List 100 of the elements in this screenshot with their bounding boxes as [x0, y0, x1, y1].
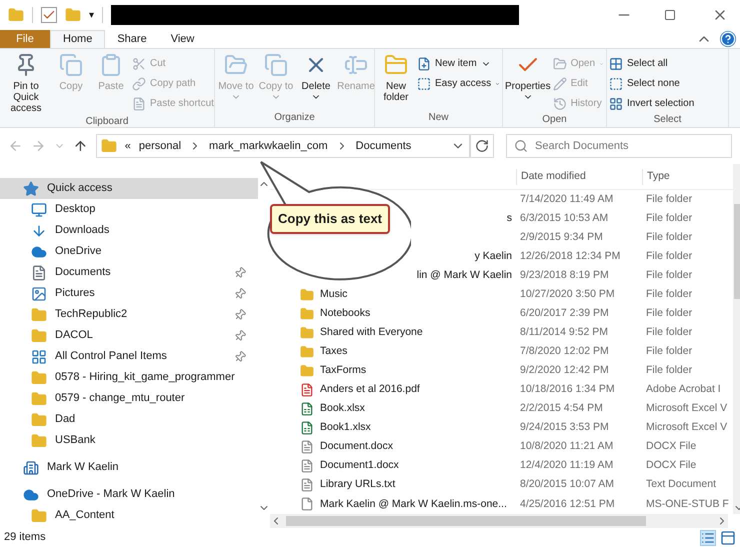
item-count: 29 items	[4, 530, 46, 546]
folder-icon	[31, 508, 47, 524]
ribbon-button[interactable]: Properties	[505, 53, 551, 112]
checkmark-icon[interactable]	[41, 7, 57, 23]
ribbon-tab[interactable]: Home	[50, 30, 106, 48]
file-name[interactable]: lin @ Mark W Kaelin	[416, 268, 512, 284]
callout-label: Copy this as text	[270, 204, 390, 234]
horizontal-scrollbar[interactable]	[270, 514, 728, 528]
file-name[interactable]: Notebooks	[320, 306, 370, 322]
type-cell-text: Text Document	[645, 477, 718, 492]
date-cell-text: 8/20/2015 10:07 AM	[519, 477, 615, 492]
file-name[interactable]: Shared with Everyone	[320, 324, 423, 341]
date-cell-text: 12/4/2020 11:19 AM	[519, 458, 614, 474]
nav-item[interactable]: Downloads	[0, 220, 258, 241]
folder-icon	[31, 412, 47, 428]
date-cell-text: 12/26/2018 12:34 PM	[519, 248, 622, 264]
nav-item[interactable]: Dad	[0, 409, 258, 430]
nav-item[interactable]: Mark W Kaelin	[0, 457, 258, 478]
column-header[interactable]: Date modified	[516, 169, 642, 185]
ribbon-button[interactable]: Delete	[297, 53, 335, 110]
text-cursor-icon	[344, 53, 368, 77]
spreadsheet-icon	[300, 402, 314, 416]
file-icon	[300, 497, 314, 512]
file-name[interactable]: Music	[320, 286, 348, 303]
folder-icon	[300, 326, 314, 340]
file-name[interactable]: Book1.xlsx	[320, 420, 371, 436]
dropdown-glyph[interactable]: ▾	[89, 8, 94, 22]
nav-item[interactable]: TechRepublic2	[0, 304, 258, 325]
ribbon-button[interactable]: Easy access	[417, 75, 500, 92]
ribbon-button[interactable]: Select all	[609, 55, 694, 72]
nav-item[interactable]: Documents	[0, 262, 258, 283]
file-name[interactable]: Mark Kaelin @ Mark W Kaelin.ms-one...	[320, 496, 507, 512]
nav-item[interactable]: All Control Panel Items	[0, 346, 258, 367]
folder-icon	[300, 364, 314, 378]
file-name[interactable]: Taxes	[320, 344, 348, 360]
ribbon-button[interactable]: New item	[417, 55, 500, 72]
file-name[interactable]: Library URLs.txt	[320, 477, 396, 494]
type-cell-text: DOCX File	[645, 458, 698, 474]
folder-icon	[384, 53, 408, 77]
ribbon-group-label: Select	[652, 113, 682, 127]
file-name[interactable]: s	[506, 210, 512, 226]
type-cell-text: File folder	[645, 363, 694, 378]
up-icon[interactable]	[72, 138, 88, 154]
help-icon[interactable]	[720, 31, 736, 47]
details-view-icon[interactable]	[700, 530, 716, 546]
ribbon-button[interactable]: Invert selection	[609, 95, 694, 112]
path-segment[interactable]: Documents	[356, 138, 412, 154]
path-segment[interactable]: personal	[138, 138, 182, 154]
ribbon-group-label: Organize	[273, 111, 316, 125]
refresh-button[interactable]	[470, 134, 494, 158]
type-cell-text: File folder	[645, 324, 694, 340]
scissors-icon	[132, 56, 146, 70]
date-cell-text: 2/2/2015 4:54 PM	[519, 401, 604, 416]
maximize-icon[interactable]	[664, 9, 676, 21]
date-cell-text: 10/27/2020 3:50 PM	[519, 286, 616, 302]
file-name[interactable]: Anders et al 2016.pdf	[320, 382, 420, 398]
nav-item[interactable]: 0578 - Hiring_kit_game_programmer	[0, 367, 258, 388]
nav-item[interactable]: DACOL	[0, 325, 258, 346]
search-field[interactable]: Search Documents	[506, 134, 732, 158]
nav-item[interactable]: Pictures	[0, 283, 258, 304]
nav-item[interactable]: USBank	[0, 430, 258, 451]
date-cell-text: 2/9/2015 9:34 PM	[519, 230, 604, 245]
nav-item[interactable]: OneDrive - Mark W Kaelin	[0, 484, 258, 505]
file-name[interactable]: Document.docx	[320, 439, 393, 456]
nav-item[interactable]: Quick access	[0, 178, 258, 199]
folder-icon	[300, 288, 314, 302]
cloud-icon	[31, 244, 47, 260]
download-icon	[31, 222, 47, 238]
ribbon-tab[interactable]: View	[158, 30, 206, 48]
path-segment[interactable]: mark_markwkaelin_com	[209, 138, 328, 154]
file-name[interactable]: Book.xlsx	[320, 401, 365, 417]
ribbon-button[interactable]: Select none	[609, 75, 694, 92]
document-icon	[300, 459, 314, 474]
document-icon	[300, 440, 314, 454]
type-cell-text: File folder	[645, 248, 694, 264]
file-tab[interactable]: File	[0, 30, 50, 48]
ribbon-group-label: Open	[541, 113, 568, 127]
type-cell-text: DOCX File	[645, 439, 698, 454]
nav-item[interactable]: Desktop	[0, 199, 258, 220]
folder-icon	[31, 306, 47, 322]
nav-item[interactable]: OneDrive	[0, 241, 258, 262]
refresh-icon	[474, 139, 489, 153]
folder-icon	[31, 370, 47, 386]
file-name[interactable]: Document1.docx	[320, 458, 399, 474]
grid-icon	[609, 56, 623, 70]
overflow-glyph[interactable]: «	[124, 138, 131, 154]
ribbon-tab[interactable]: Share	[105, 30, 159, 48]
file-name[interactable]: y Kaelin	[474, 248, 512, 264]
folder-icon	[552, 56, 567, 70]
ribbon-button[interactable]: Pin to Quick access	[2, 53, 50, 114]
large-icons-view-icon[interactable]	[720, 530, 736, 546]
nav-item[interactable]: 0579 - change_mtu_router	[0, 388, 258, 409]
copy-icon	[59, 53, 83, 77]
date-cell-text: 6/20/2017 2:39 PM	[519, 306, 610, 321]
file-name[interactable]: TaxForms	[320, 363, 366, 379]
nav-item[interactable]: AA_Content	[0, 505, 258, 526]
address-field[interactable]: « personal mark_markwkaelin_com Documents	[96, 134, 470, 158]
scroll-thumb[interactable]	[286, 516, 646, 526]
ribbon-button[interactable]: New folder	[377, 53, 415, 110]
folder-icon	[100, 138, 117, 154]
